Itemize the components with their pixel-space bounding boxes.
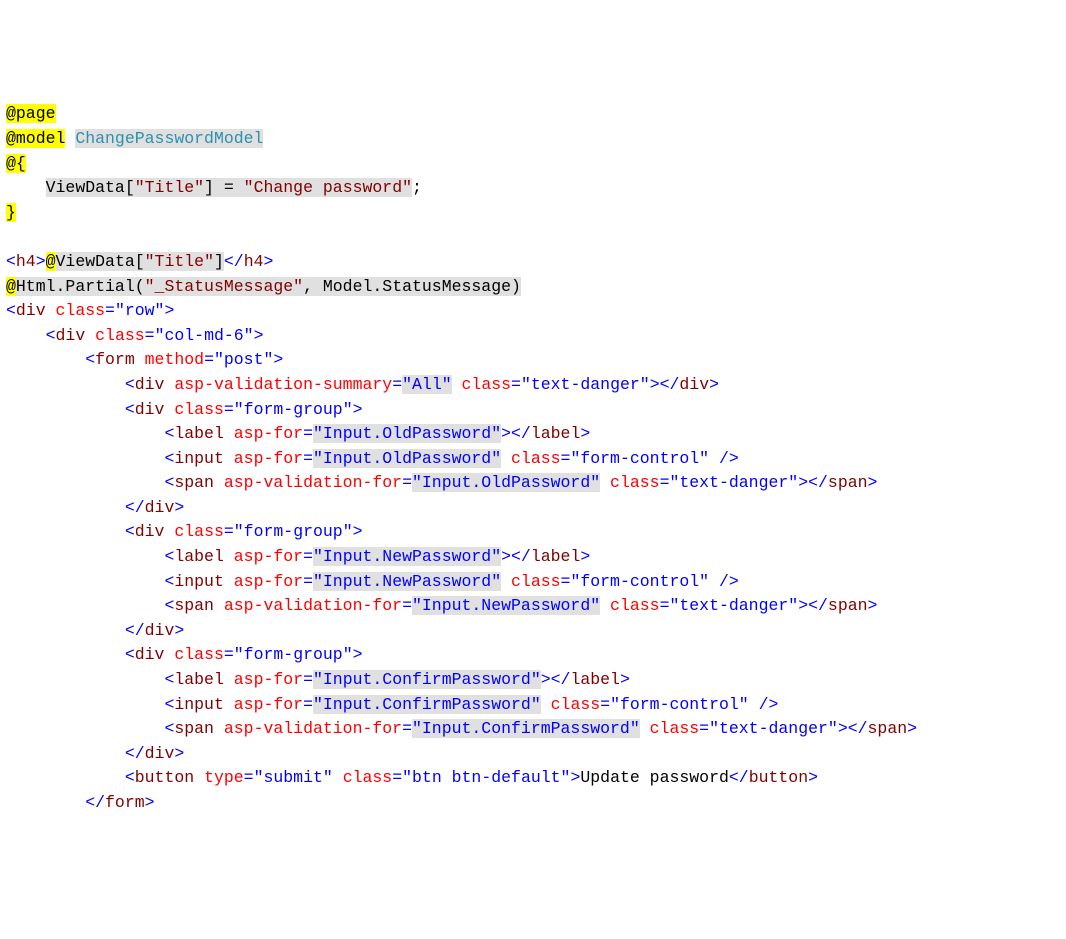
asp-validation-for-attr: asp-validation-for xyxy=(224,719,402,738)
asp-validation-summary-attr: asp-validation-summary xyxy=(174,375,392,394)
attr-value: "Input.ConfirmPassword" xyxy=(313,670,541,689)
attr-value: "text-danger" xyxy=(521,375,650,394)
asp-for-attr: asp-for xyxy=(234,695,303,714)
viewdata-ref: ViewData["Title"] = "Change password" xyxy=(46,178,412,197)
model-type: ChangePasswordModel xyxy=(75,129,263,148)
class-attr: class xyxy=(610,596,660,615)
span-tag: span xyxy=(174,473,214,492)
tag-open: < xyxy=(6,252,16,271)
div-tag: div xyxy=(56,326,86,345)
attr-value: "row" xyxy=(115,301,165,320)
class-attr: class xyxy=(650,719,700,738)
html-partial-call: Html.Partial("_StatusMessage", Model.Sta… xyxy=(16,277,521,296)
label-tag: label xyxy=(174,547,224,566)
tag-open: </ xyxy=(224,252,244,271)
attr-value: "Input.NewPassword" xyxy=(412,596,600,615)
attr-value: "Input.NewPassword" xyxy=(313,572,501,591)
label-tag: label xyxy=(174,424,224,443)
class-attr: class xyxy=(95,326,145,345)
class-attr: class xyxy=(610,473,660,492)
razor-directive: @model xyxy=(6,129,65,148)
code-editor[interactable]: @page @model ChangePasswordModel @{ View… xyxy=(0,98,1066,815)
asp-for-attr: asp-for xyxy=(234,449,303,468)
attr-value: "form-control" xyxy=(610,695,749,714)
attr-value: "form-group" xyxy=(234,645,353,664)
input-tag: input xyxy=(174,449,224,468)
tag-close: > xyxy=(264,252,274,271)
class-attr: class xyxy=(511,449,561,468)
button-tag: button xyxy=(135,768,194,787)
class-attr: class xyxy=(174,522,224,541)
button-text: Update password xyxy=(580,768,729,787)
semicolon: ; xyxy=(412,178,422,197)
class-attr: class xyxy=(174,645,224,664)
attr-value: "Input.ConfirmPassword" xyxy=(313,695,541,714)
class-attr: class xyxy=(551,695,601,714)
attr-value: "form-group" xyxy=(234,522,353,541)
class-attr: class xyxy=(462,375,512,394)
class-attr: class xyxy=(56,301,106,320)
razor-at: @ xyxy=(6,277,16,296)
tag-open: < xyxy=(6,301,16,320)
asp-for-attr: asp-for xyxy=(234,572,303,591)
attr-value: "form-group" xyxy=(234,400,353,419)
razor-directive: @page xyxy=(6,104,56,123)
div-tag: div xyxy=(135,375,165,394)
input-tag: input xyxy=(174,572,224,591)
attr-value: "btn btn-default" xyxy=(402,768,570,787)
attr-value: "text-danger" xyxy=(669,473,798,492)
attr-value: "Input.NewPassword" xyxy=(313,547,501,566)
attr-value: "text-danger" xyxy=(709,719,838,738)
attr-value: "form-control" xyxy=(570,572,709,591)
tag-close: > xyxy=(36,252,46,271)
span-tag: span xyxy=(174,596,214,615)
input-tag: input xyxy=(174,695,224,714)
attr-value: "col-md-6" xyxy=(155,326,254,345)
h4-tag: h4 xyxy=(16,252,36,271)
razor-codeblock-open: @{ xyxy=(6,154,26,173)
attr-value: "submit" xyxy=(254,768,333,787)
asp-validation-for-attr: asp-validation-for xyxy=(224,596,402,615)
attr-value: "Input.OldPassword" xyxy=(313,449,501,468)
label-tag: label xyxy=(174,670,224,689)
class-attr: class xyxy=(174,400,224,419)
attr-value: "Input.OldPassword" xyxy=(313,424,501,443)
div-tag: div xyxy=(135,522,165,541)
attr-value: "All" xyxy=(402,375,452,394)
attr-value: "form-control" xyxy=(570,449,709,468)
razor-codeblock-close: } xyxy=(6,203,16,222)
razor-at: @ xyxy=(46,252,56,271)
attr-value: "post" xyxy=(214,350,273,369)
div-tag: div xyxy=(135,645,165,664)
asp-for-attr: asp-for xyxy=(234,670,303,689)
asp-for-attr: asp-for xyxy=(234,424,303,443)
div-tag: div xyxy=(16,301,46,320)
span-tag: span xyxy=(174,719,214,738)
asp-validation-for-attr: asp-validation-for xyxy=(224,473,402,492)
attr-value: "Input.ConfirmPassword" xyxy=(412,719,640,738)
type-attr: type xyxy=(204,768,244,787)
method-attr: method xyxy=(145,350,204,369)
class-attr: class xyxy=(511,572,561,591)
attr-value: "text-danger" xyxy=(669,596,798,615)
class-attr: class xyxy=(343,768,393,787)
asp-for-attr: asp-for xyxy=(234,547,303,566)
h4-tag: h4 xyxy=(244,252,264,271)
attr-value: "Input.OldPassword" xyxy=(412,473,600,492)
div-tag: div xyxy=(135,400,165,419)
viewdata-inline: ViewData["Title"] xyxy=(56,252,224,271)
form-tag: form xyxy=(95,350,135,369)
